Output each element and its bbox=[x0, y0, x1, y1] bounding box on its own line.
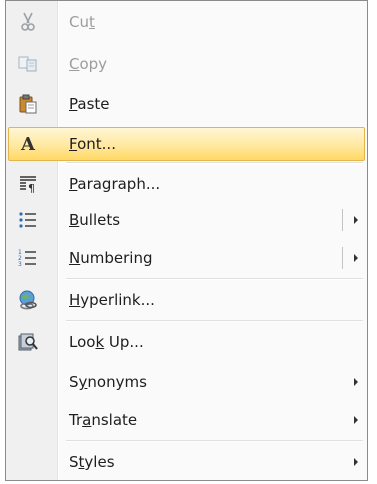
menu-item-paste[interactable]: Paste bbox=[8, 87, 365, 121]
menu-item-label: Look Up... bbox=[69, 333, 144, 351]
menu-item-synonyms[interactable]: Synonyms bbox=[8, 365, 365, 399]
split-divider bbox=[342, 247, 343, 269]
context-menu: Cut Copy Paste A Font... ¶ Paragraph... … bbox=[5, 0, 368, 481]
font-icon: A bbox=[21, 133, 35, 155]
menu-item-font[interactable]: A Font... bbox=[8, 127, 365, 161]
menu-item-styles[interactable]: Styles bbox=[8, 445, 365, 479]
submenu-arrow-icon[interactable] bbox=[354, 216, 358, 224]
menu-item-label: Font... bbox=[69, 135, 116, 153]
menu-item-hyperlink[interactable]: Hyperlink... bbox=[8, 283, 365, 317]
menu-item-label: Bullets bbox=[69, 211, 121, 229]
menu-item-look-up[interactable]: Look Up... bbox=[8, 325, 365, 359]
hyperlink-icon bbox=[18, 290, 38, 310]
paste-icon bbox=[18, 94, 38, 114]
numbering-icon: 1 2 3 bbox=[18, 248, 38, 268]
menu-item-copy[interactable]: Copy bbox=[8, 47, 365, 81]
menu-separator bbox=[66, 278, 363, 280]
menu-item-translate[interactable]: Translate bbox=[8, 403, 365, 437]
copy-icon bbox=[18, 54, 38, 74]
submenu-arrow-icon bbox=[354, 378, 358, 386]
menu-item-bullets[interactable]: Bullets bbox=[8, 203, 365, 237]
menu-separator bbox=[66, 162, 363, 164]
research-icon bbox=[18, 332, 38, 352]
menu-item-cut[interactable]: Cut bbox=[8, 5, 365, 39]
submenu-arrow-icon bbox=[354, 458, 358, 466]
menu-item-label: Paste bbox=[69, 95, 110, 113]
bullets-icon bbox=[18, 210, 38, 230]
scissors-icon bbox=[18, 12, 38, 32]
menu-item-numbering[interactable]: 1 2 3 Numbering bbox=[8, 241, 365, 275]
menu-separator bbox=[66, 440, 363, 442]
menu-item-label: Styles bbox=[69, 453, 115, 471]
paragraph-icon: ¶ bbox=[18, 174, 38, 194]
svg-text:3: 3 bbox=[18, 261, 22, 267]
menu-separator bbox=[66, 320, 363, 322]
menu-item-label: Cut bbox=[69, 13, 95, 31]
submenu-arrow-icon[interactable] bbox=[354, 254, 358, 262]
menu-item-paragraph[interactable]: ¶ Paragraph... bbox=[8, 167, 365, 201]
submenu-arrow-icon bbox=[354, 416, 358, 424]
menu-item-label: Synonyms bbox=[69, 373, 147, 391]
menu-item-label: Hyperlink... bbox=[69, 291, 155, 309]
split-divider bbox=[342, 209, 343, 231]
svg-text:¶: ¶ bbox=[28, 182, 35, 193]
menu-item-label: Numbering bbox=[69, 249, 153, 267]
menu-item-label: Copy bbox=[69, 55, 108, 73]
menu-item-label: Paragraph... bbox=[69, 175, 161, 193]
menu-item-label: Translate bbox=[69, 411, 138, 429]
